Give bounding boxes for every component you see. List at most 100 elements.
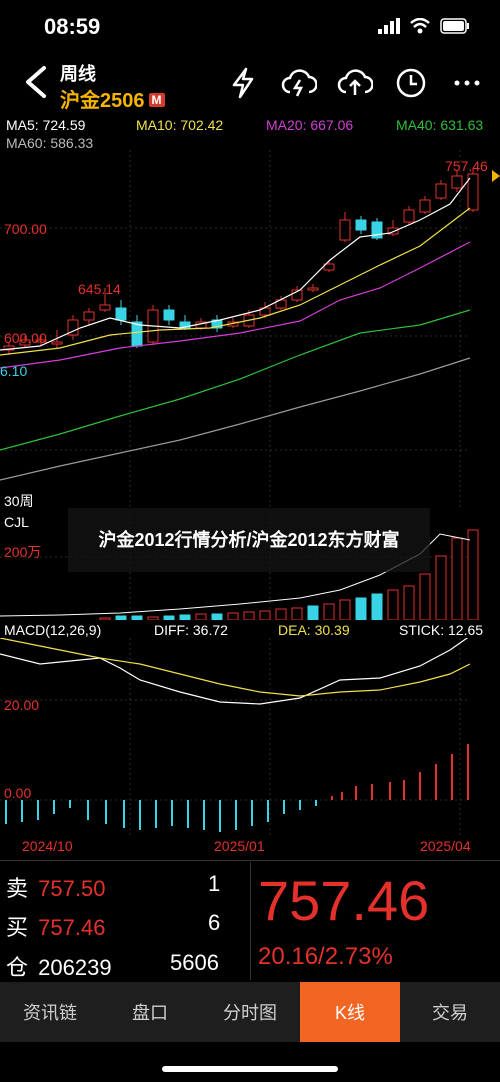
buy-qty: 6 <box>208 910 221 935</box>
volume-bar <box>275 608 287 620</box>
high-price-label: 757.46 <box>445 158 488 174</box>
local-high-label: 645.14 <box>78 281 121 297</box>
wifi-icon <box>410 18 430 34</box>
signal-icon <box>378 18 400 34</box>
candle-body <box>307 287 319 291</box>
buy-row: 买 757.46 <box>6 910 105 942</box>
dea-line <box>0 638 471 697</box>
macd-bars <box>5 744 469 832</box>
oi-change: 5606 <box>170 950 219 975</box>
ma10-label: MA10: 702.42 <box>136 117 224 133</box>
candle-body <box>339 219 351 241</box>
volume-bar <box>147 616 159 620</box>
macd-dea: DEA: 30.39 <box>278 622 350 638</box>
volume-bar <box>355 597 367 620</box>
ma40-label: MA40: 631.63 <box>396 117 484 133</box>
status-icons <box>378 18 470 34</box>
tab-kline[interactable]: K线 <box>300 982 400 1042</box>
volume-bar <box>243 611 255 620</box>
macd-stick: STICK: 12.65 <box>399 622 484 638</box>
macd-diff: DIFF: 36.72 <box>154 622 228 638</box>
price-change: 20.16/2.73% <box>258 943 393 970</box>
candle-body <box>435 183 447 199</box>
volume-bar <box>435 555 447 620</box>
bottom-tabs: 资讯链 盘口 分时图 K线 交易 <box>0 982 500 1042</box>
home-indicator <box>162 1066 338 1072</box>
history-button[interactable] <box>392 64 430 102</box>
kline-chart[interactable] <box>0 150 500 510</box>
volume-bar <box>195 613 207 620</box>
volume-bar <box>115 615 127 620</box>
ma60-line <box>0 357 471 481</box>
macd-title: MACD(12,26,9) <box>4 622 102 638</box>
flash-button[interactable] <box>224 64 262 102</box>
x-label-1: 2024/10 <box>22 838 73 854</box>
volume-bar <box>99 617 111 620</box>
volume-bar <box>451 537 463 620</box>
volume-bar <box>179 614 191 620</box>
quote-divider <box>250 862 251 980</box>
more-icon <box>454 80 480 86</box>
divider <box>0 860 500 861</box>
page-title: 周线 <box>60 64 96 84</box>
volume-bar <box>131 615 143 620</box>
volume-bar <box>211 613 223 620</box>
candle-body <box>115 307 127 321</box>
status-time: 08:59 <box>44 14 101 39</box>
header-actions <box>224 64 486 102</box>
x-label-2: 2025/01 <box>214 838 265 854</box>
cloud-upload-button[interactable] <box>336 64 374 102</box>
chevron-left-icon <box>26 66 46 98</box>
back-button[interactable] <box>14 60 54 104</box>
y-label-600: 600.00 <box>4 330 47 346</box>
volume-bar <box>163 615 175 620</box>
candle-body <box>419 199 431 213</box>
volume-bar <box>307 605 319 620</box>
volume-bar <box>371 593 383 620</box>
buy-price: 757.46 <box>38 915 106 940</box>
candle-body <box>99 304 111 311</box>
volume-bar <box>259 610 271 620</box>
symbol-name: 沪金2506 <box>60 90 145 112</box>
oi-row: 仓 206239 <box>6 950 112 982</box>
buy-label: 买 <box>6 915 29 940</box>
tab-intraday[interactable]: 分时图 <box>200 982 300 1042</box>
tab-news[interactable]: 资讯链 <box>0 982 100 1042</box>
last-price: 757.46 <box>258 869 430 932</box>
contract-badge: M <box>148 93 165 107</box>
oi-value: 206239 <box>38 955 112 980</box>
volume-bar <box>339 599 351 620</box>
tab-trade[interactable]: 交易 <box>400 982 500 1042</box>
sell-row: 卖 757.50 <box>6 871 105 903</box>
candle-body <box>451 175 463 189</box>
cloud-upload-icon <box>337 69 373 95</box>
symbol-label: 沪金2506 M <box>60 84 165 113</box>
candle-body <box>51 341 63 345</box>
volume-bar <box>387 589 399 620</box>
volume-bar <box>291 607 303 620</box>
volume-bar <box>227 612 239 620</box>
more-button[interactable] <box>448 64 486 102</box>
candle-body <box>83 311 95 321</box>
ma60-label: MA60: 586.33 <box>6 135 94 151</box>
lightning-icon <box>232 67 254 99</box>
sell-price: 757.50 <box>38 876 106 901</box>
x-label-3: 2025/04 <box>420 838 471 854</box>
period-label: 30周 <box>4 493 34 509</box>
macd-y-label-20: 20.00 <box>4 697 40 713</box>
clock-icon <box>396 68 426 98</box>
volume-bar <box>419 573 431 620</box>
ma5-label: MA5: 724.59 <box>6 117 86 133</box>
volume-bar <box>403 585 415 620</box>
ma20-line <box>0 241 471 369</box>
ma20-label: MA20: 667.06 <box>266 117 354 133</box>
candle-body <box>355 219 367 231</box>
cloud-flash-button[interactable] <box>280 64 318 102</box>
tab-orderbook[interactable]: 盘口 <box>100 982 200 1042</box>
macd-chart[interactable] <box>0 638 500 838</box>
overlay-title: 沪金2012行情分析/沪金2012东方财富 <box>68 508 430 572</box>
diff-line <box>0 638 469 705</box>
y-label-700: 700.00 <box>4 221 47 237</box>
candle-body <box>163 309 175 321</box>
battery-icon <box>440 18 469 34</box>
